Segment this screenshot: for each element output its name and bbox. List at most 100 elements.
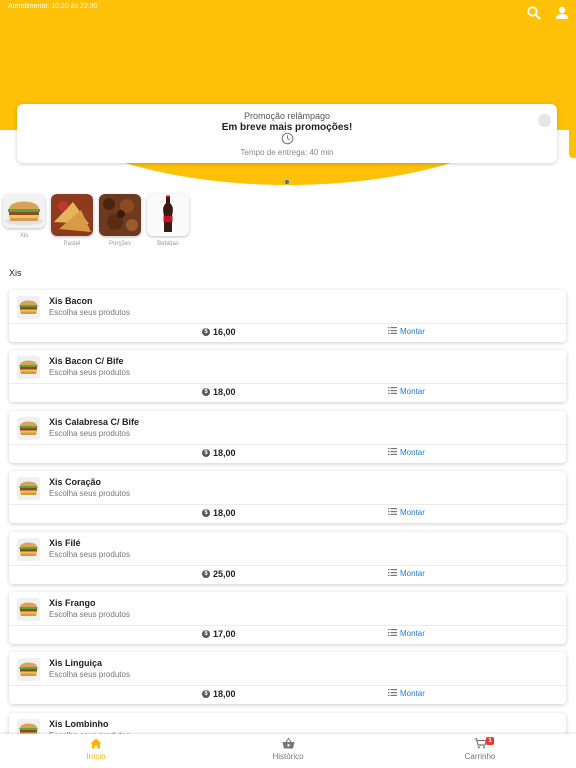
product-card[interactable]: Xis Filé Escolha seus produtos $25,00 Monta… bbox=[9, 531, 566, 584]
category-bebidas[interactable]: Bebidas bbox=[147, 194, 189, 247]
product-thumbnail bbox=[17, 658, 40, 682]
coin-icon: $ bbox=[202, 328, 210, 336]
montar-button[interactable]: Montar bbox=[388, 629, 425, 638]
list-icon bbox=[388, 508, 397, 517]
product-card[interactable]: Xis Frango Escolha seus produtos $17,00 Mon… bbox=[9, 592, 566, 644]
nav-historico[interactable]: Histórico bbox=[258, 737, 318, 761]
category-porcoes[interactable]: Porções bbox=[99, 194, 141, 247]
montar-button[interactable]: Montar bbox=[388, 447, 425, 457]
product-thumbnail bbox=[17, 598, 40, 621]
montar-button[interactable]: Montar bbox=[388, 689, 425, 698]
montar-button[interactable]: Montar bbox=[388, 387, 425, 396]
card-divider bbox=[9, 443, 566, 445]
card-divider bbox=[9, 685, 566, 687]
product-name: Xis Calabresa C/ Bife bbox=[49, 416, 140, 427]
nav-label: Carrinho bbox=[464, 752, 496, 761]
search-icon[interactable] bbox=[526, 5, 542, 21]
product-card[interactable]: Xis Linguiça Escolha seus produtos $18,00 M… bbox=[9, 652, 566, 705]
card-divider bbox=[9, 564, 566, 566]
product-subtitle: Escolha seus produtos bbox=[49, 428, 130, 438]
montar-label: Montar bbox=[400, 508, 425, 518]
product-price: $25,00 bbox=[202, 569, 236, 579]
product-subtitle: Escolha seus produtos bbox=[49, 549, 130, 559]
montar-button[interactable]: Montar bbox=[388, 508, 425, 517]
montar-label: Montar bbox=[400, 568, 425, 578]
montar-label: Montar bbox=[400, 629, 425, 638]
coin-icon: $ bbox=[202, 569, 210, 578]
card-divider bbox=[9, 383, 566, 385]
category-xis[interactable]: Xis bbox=[3, 194, 45, 239]
montar-button[interactable]: Montar bbox=[388, 327, 425, 336]
cart-badge: 1 bbox=[486, 737, 494, 745]
coin-icon: $ bbox=[202, 448, 210, 457]
nav-carrinho[interactable]: 1 Carrinho bbox=[450, 737, 510, 761]
bottom-navigation: Início Histórico 1 Carrinho bbox=[0, 734, 576, 768]
carousel-page-dot[interactable] bbox=[285, 180, 289, 184]
home-icon bbox=[66, 738, 126, 751]
card-divider bbox=[9, 323, 566, 324]
product-thumbnail bbox=[17, 477, 40, 501]
nav-label: Início bbox=[86, 752, 106, 761]
product-price: $18,00 bbox=[202, 387, 236, 397]
product-subtitle: Escolha seus produtos bbox=[49, 368, 130, 378]
montar-label: Montar bbox=[400, 447, 425, 457]
account-icon[interactable] bbox=[554, 5, 570, 21]
opening-hours: Atendimento: 10:20 às 22:30 bbox=[8, 3, 98, 10]
cart-icon bbox=[450, 738, 510, 751]
product-price-value: 25,00 bbox=[213, 568, 236, 579]
product-thumbnail bbox=[17, 356, 40, 380]
product-name: Xis Bacon bbox=[49, 296, 93, 306]
portions-image bbox=[99, 194, 141, 236]
product-price: $18,00 bbox=[202, 689, 236, 699]
promo-label: Promoção relâmpago bbox=[243, 111, 331, 121]
montar-label: Montar bbox=[400, 327, 425, 336]
product-price: $18,00 bbox=[202, 508, 236, 518]
product-subtitle: Escolha seus produtos bbox=[49, 610, 130, 619]
list-icon bbox=[388, 387, 397, 396]
coin-icon: $ bbox=[202, 388, 210, 397]
card-divider bbox=[9, 504, 566, 506]
product-price-value: 18,00 bbox=[213, 387, 236, 398]
product-card[interactable]: Xis Coração Escolha seus produtos $18,00 Mo… bbox=[9, 471, 566, 524]
montar-label: Montar bbox=[400, 689, 425, 699]
category-label: Pastel bbox=[63, 241, 81, 247]
card-divider bbox=[9, 625, 566, 626]
product-thumbnail bbox=[17, 416, 40, 440]
soda-bottle-image bbox=[147, 194, 189, 236]
carousel-edge bbox=[569, 112, 576, 158]
category-label: Bebidas bbox=[157, 241, 179, 247]
list-icon bbox=[388, 447, 397, 457]
product-price-value: 18,00 bbox=[213, 447, 236, 458]
product-thumbnail bbox=[17, 296, 40, 319]
promo-indicator bbox=[538, 114, 551, 127]
product-thumbnail bbox=[17, 537, 40, 561]
promo-card[interactable]: Promoção relâmpago Em breve mais promoçõ… bbox=[17, 104, 557, 163]
basket-icon bbox=[258, 737, 318, 751]
list-icon bbox=[388, 568, 397, 578]
montar-button[interactable]: Montar bbox=[388, 568, 425, 578]
category-label: Porções bbox=[108, 241, 131, 247]
product-subtitle: Escolha seus produtos bbox=[49, 308, 130, 317]
product-price: $18,00 bbox=[202, 448, 236, 458]
pastel-image bbox=[51, 194, 93, 236]
product-card[interactable]: Xis Bacon C/ Bife Escolha seus produtos $1… bbox=[9, 350, 566, 403]
product-price-value: 18,00 bbox=[213, 508, 236, 519]
product-name: Xis Filé bbox=[49, 537, 81, 548]
coin-icon: $ bbox=[202, 630, 210, 638]
montar-label: Montar bbox=[400, 387, 425, 397]
product-name: Xis Linguiça bbox=[49, 658, 103, 669]
nav-inicio[interactable]: Início bbox=[66, 738, 126, 761]
product-card[interactable]: Xis Bacon Escolha seus produtos $16,00 Mont… bbox=[9, 290, 566, 342]
product-subtitle: Escolha seus produtos bbox=[49, 489, 130, 499]
promo-delivery-time: Tempo de entrega: 40 min bbox=[240, 148, 334, 157]
product-card[interactable]: Xis Calabresa C/ Bife Escolha seus produt… bbox=[9, 410, 566, 463]
product-price-value: 16,00 bbox=[213, 327, 236, 337]
category-pastel[interactable]: Pastel bbox=[51, 194, 93, 247]
coin-icon: $ bbox=[202, 509, 210, 518]
product-price: $16,00 bbox=[202, 327, 236, 337]
product-subtitle: Escolha seus produtos bbox=[49, 670, 130, 680]
product-price: $17,00 bbox=[202, 629, 236, 639]
product-name: Xis Bacon C/ Bife bbox=[49, 356, 124, 367]
product-price-value: 17,00 bbox=[213, 629, 236, 639]
nav-label: Histórico bbox=[272, 752, 304, 761]
